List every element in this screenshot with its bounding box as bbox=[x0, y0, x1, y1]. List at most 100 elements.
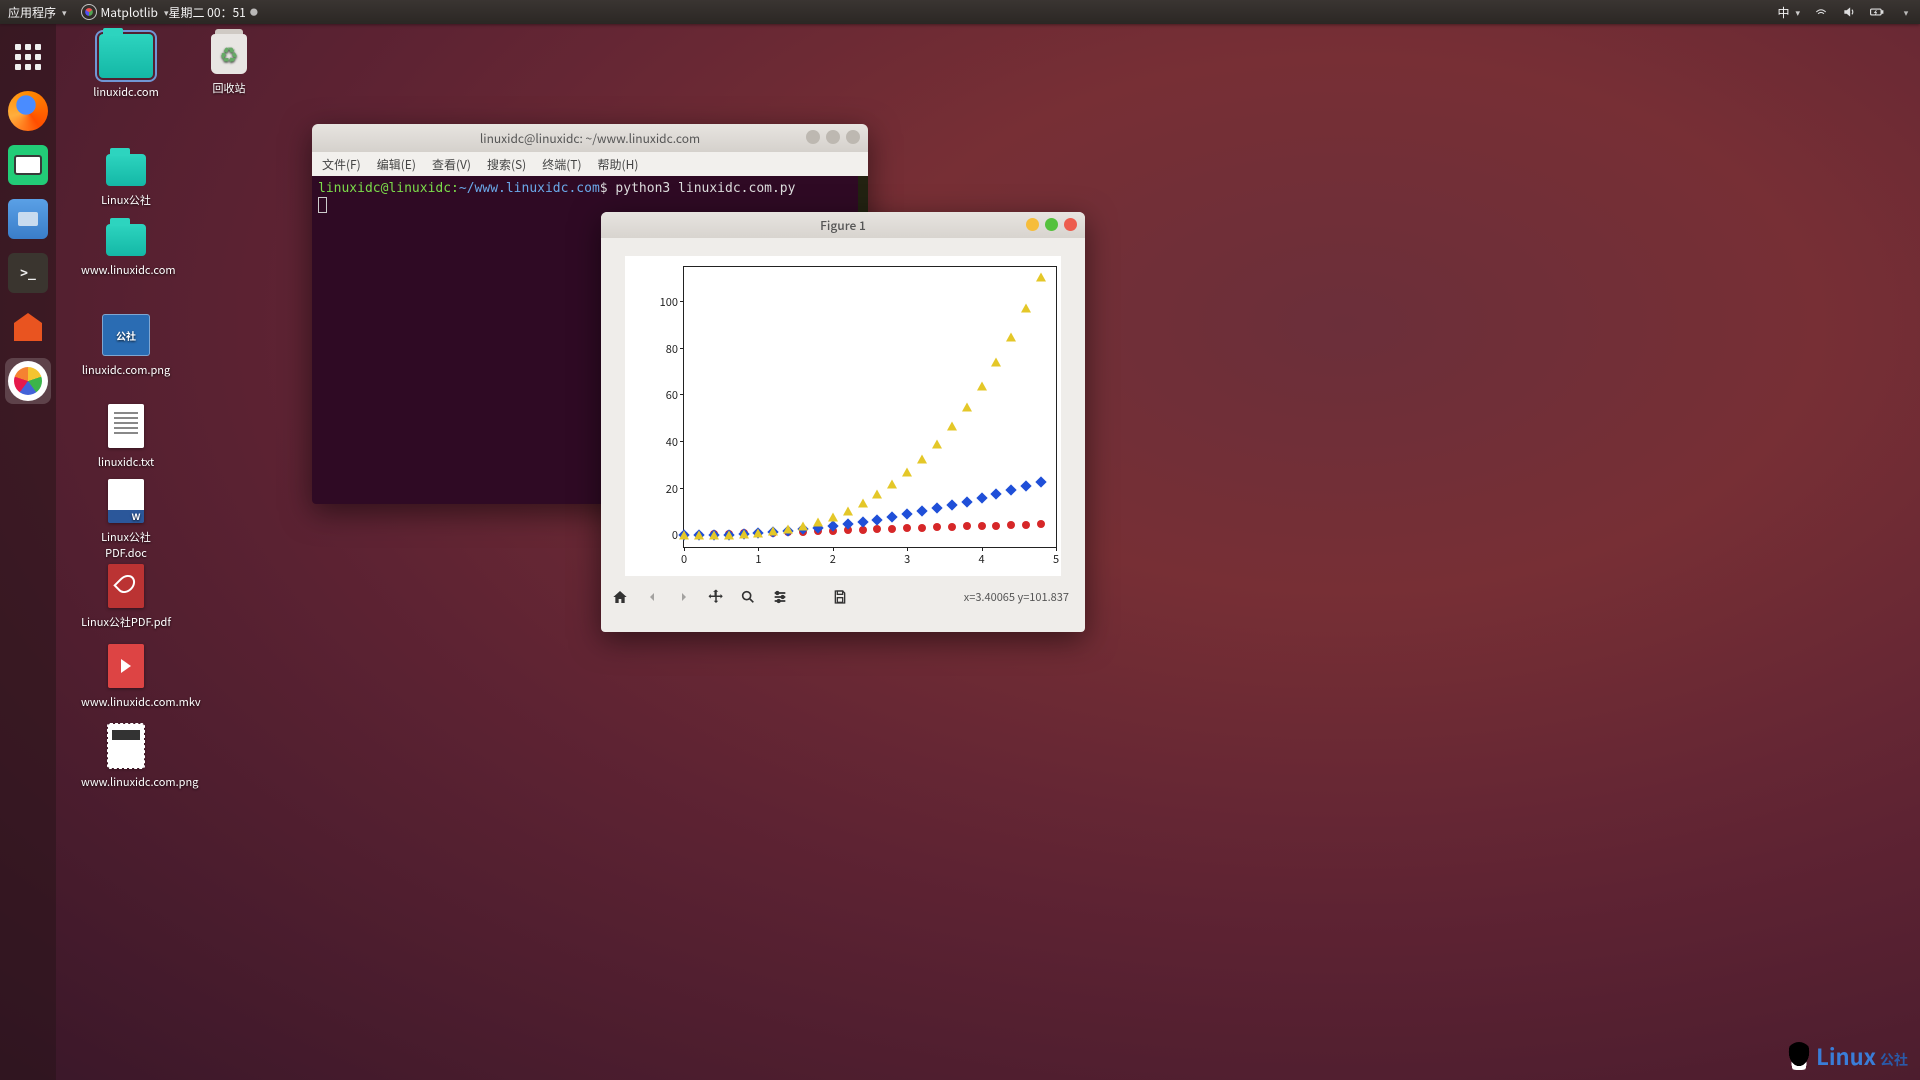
menu-view[interactable]: 查看(V) bbox=[432, 156, 471, 173]
desktop-pdf[interactable]: Linux公社PDF.pdf bbox=[81, 564, 171, 630]
desktop[interactable]: linuxidc.com 回收站 Linux公社 www.linuxidc.co… bbox=[56, 24, 1920, 1080]
data-point bbox=[813, 517, 823, 526]
dock-matplotlib[interactable] bbox=[5, 358, 51, 404]
text-file-icon bbox=[108, 404, 144, 448]
folder-icon bbox=[106, 154, 146, 186]
data-point bbox=[1006, 485, 1017, 496]
screenshot-icon bbox=[8, 145, 48, 185]
data-point bbox=[1037, 520, 1045, 528]
dock-files[interactable] bbox=[5, 196, 51, 242]
trash-icon bbox=[211, 34, 247, 74]
back-button[interactable] bbox=[643, 588, 661, 606]
chart-axes: 020406080100012345 bbox=[683, 266, 1057, 548]
dock-terminal[interactable] bbox=[5, 250, 51, 296]
menu-edit[interactable]: 编辑(E) bbox=[377, 156, 416, 173]
desktop-mkv[interactable]: www.linuxidc.com.mkv bbox=[81, 644, 171, 710]
terminal-title: linuxidc@linuxidc: ~/www.linuxidc.com bbox=[480, 130, 700, 147]
data-point bbox=[948, 523, 956, 531]
data-point bbox=[1022, 521, 1030, 529]
dock-screenshot[interactable] bbox=[5, 142, 51, 188]
data-point bbox=[828, 512, 838, 521]
icon-label: Linux公社PDF.doc bbox=[81, 529, 171, 561]
system-menu-icon[interactable]: ▾ bbox=[1898, 5, 1912, 19]
figure-titlebar[interactable]: Figure 1 bbox=[601, 212, 1085, 238]
data-point bbox=[992, 522, 1000, 530]
data-point bbox=[918, 524, 926, 532]
minimize-button[interactable] bbox=[1026, 218, 1039, 231]
zoom-button[interactable] bbox=[739, 588, 757, 606]
data-point bbox=[843, 506, 853, 515]
cursor-coordinates: x=3.40065 y=101.837 bbox=[964, 589, 1069, 605]
active-app-label: Matplotlib bbox=[101, 4, 158, 21]
home-button[interactable] bbox=[611, 588, 629, 606]
data-point bbox=[679, 531, 689, 540]
configure-button[interactable] bbox=[771, 588, 789, 606]
active-app-menu[interactable]: Matplotlib▾ bbox=[81, 4, 169, 21]
battery-icon[interactable] bbox=[1870, 5, 1884, 19]
image-file-icon bbox=[108, 724, 144, 768]
data-point bbox=[961, 496, 972, 507]
menu-terminal[interactable]: 终端(T) bbox=[542, 156, 581, 173]
applications-menu[interactable]: 应用程序▾ bbox=[8, 4, 67, 21]
show-applications-button[interactable] bbox=[5, 34, 51, 80]
data-point bbox=[946, 499, 957, 510]
clock[interactable]: 星期二 00：51 ● bbox=[168, 4, 1777, 21]
folder-icon bbox=[106, 224, 146, 256]
icon-label: 回收站 bbox=[184, 80, 274, 96]
pan-button[interactable] bbox=[707, 588, 725, 606]
wifi-icon[interactable] bbox=[1814, 5, 1828, 19]
top-menu-bar: 应用程序▾ Matplotlib▾ 星期二 00：51 ● 中▾ ▾ bbox=[0, 0, 1920, 24]
firefox-icon bbox=[8, 91, 48, 131]
data-point bbox=[753, 529, 763, 538]
close-button[interactable] bbox=[1064, 218, 1077, 231]
volume-icon[interactable] bbox=[1842, 5, 1856, 19]
desktop-png-thumb[interactable]: 公社linuxidc.com.png bbox=[81, 314, 171, 378]
maximize-button[interactable] bbox=[826, 130, 840, 144]
forward-button[interactable] bbox=[675, 588, 693, 606]
figure-canvas[interactable]: 020406080100012345 bbox=[625, 256, 1061, 576]
dock-firefox[interactable] bbox=[5, 88, 51, 134]
data-point bbox=[991, 489, 1002, 500]
data-point bbox=[1036, 273, 1046, 282]
desktop-png2[interactable]: www.linuxidc.com.png bbox=[81, 724, 171, 790]
data-point bbox=[962, 403, 972, 412]
terminal-titlebar[interactable]: linuxidc@linuxidc: ~/www.linuxidc.com bbox=[312, 124, 868, 152]
desktop-folder-linuxgs[interactable]: Linux公社 bbox=[81, 154, 171, 208]
desktop-doc[interactable]: Linux公社PDF.doc bbox=[81, 479, 171, 561]
data-point bbox=[872, 490, 882, 499]
data-point bbox=[933, 523, 941, 531]
data-point bbox=[888, 525, 896, 533]
data-point bbox=[887, 511, 898, 522]
data-point bbox=[1007, 521, 1015, 529]
save-button[interactable] bbox=[831, 588, 849, 606]
menu-search[interactable]: 搜索(S) bbox=[487, 156, 526, 173]
desktop-folder-www[interactable]: www.linuxidc.com bbox=[81, 224, 171, 278]
minimize-button[interactable] bbox=[806, 130, 820, 144]
dock-software[interactable] bbox=[5, 304, 51, 350]
data-point bbox=[977, 382, 987, 391]
desktop-txt[interactable]: linuxidc.txt bbox=[81, 404, 171, 470]
doc-file-icon bbox=[108, 479, 144, 523]
data-point bbox=[976, 492, 987, 503]
data-point bbox=[724, 530, 734, 539]
maximize-button[interactable] bbox=[1045, 218, 1058, 231]
files-icon bbox=[8, 199, 48, 239]
close-button[interactable] bbox=[846, 130, 860, 144]
figure-toolbar: x=3.40065 y=101.837 bbox=[601, 582, 1085, 612]
desktop-folder-linuxidc[interactable]: linuxidc.com bbox=[81, 34, 171, 100]
terminal-menubar: 文件(F) 编辑(E) 查看(V) 搜索(S) 终端(T) 帮助(H) bbox=[312, 152, 868, 176]
terminal-command: python3 linuxidc.com.py bbox=[608, 181, 796, 196]
grid-icon bbox=[15, 44, 41, 70]
matplotlib-dock-icon bbox=[8, 361, 48, 401]
ime-indicator[interactable]: 中▾ bbox=[1777, 4, 1800, 21]
terminal-icon bbox=[8, 253, 48, 293]
menu-help[interactable]: 帮助(H) bbox=[598, 156, 639, 173]
pdf-file-icon bbox=[108, 564, 144, 608]
data-point bbox=[963, 522, 971, 530]
image-icon: 公社 bbox=[102, 314, 150, 356]
figure-window[interactable]: Figure 1 020406080100012345 x=3.40065 y=… bbox=[601, 212, 1085, 632]
menu-file[interactable]: 文件(F) bbox=[322, 156, 361, 173]
desktop-trash[interactable]: 回收站 bbox=[184, 34, 274, 96]
data-point bbox=[857, 516, 868, 527]
data-point bbox=[902, 468, 912, 477]
